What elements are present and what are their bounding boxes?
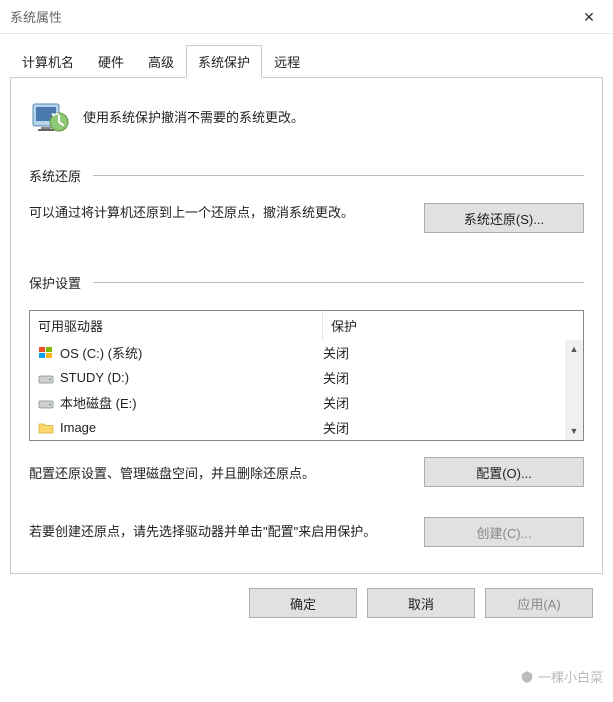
tab-system-protection[interactable]: 系统保护 (186, 45, 262, 78)
tab-computer-name[interactable]: 计算机名 (10, 45, 86, 78)
scroll-down-icon[interactable]: ▼ (565, 422, 583, 440)
drive-status: 关闭 (323, 418, 557, 437)
config-row: 配置还原设置、管理磁盘空间，并且删除还原点。 配置(O)... (29, 457, 584, 487)
titlebar: 系统属性 ✕ (0, 0, 613, 34)
apply-button: 应用(A) (485, 588, 593, 618)
drive-table-header: 可用驱动器 保护 (30, 311, 583, 340)
window-title: 系统属性 (10, 7, 62, 26)
drive-label: OS (C:) (系统) (60, 343, 142, 362)
tab-hardware[interactable]: 硬件 (86, 45, 136, 78)
create-text: 若要创建还原点，请先选择驱动器并单击"配置"来启用保护。 (29, 522, 408, 543)
tab-advanced[interactable]: 高级 (136, 45, 186, 78)
tab-pane: 使用系统保护撤消不需要的系统更改。 系统还原 可以通过将计算机还原到上一个还原点… (10, 78, 603, 574)
scrollbar[interactable]: ▲ ▼ (565, 340, 583, 440)
disk-drive-icon (38, 395, 54, 411)
protection-section-title: 保护设置 (29, 273, 584, 292)
drive-table: 可用驱动器 保护 OS (C:) (系统) 关闭 (29, 310, 584, 441)
configure-button[interactable]: 配置(O)... (424, 457, 584, 487)
drive-row[interactable]: STUDY (D:) 关闭 (30, 365, 565, 390)
create-row: 若要创建还原点，请先选择驱动器并单击"配置"来启用保护。 创建(C)... (29, 517, 584, 547)
restore-section-title: 系统还原 (29, 166, 584, 185)
system-restore-button[interactable]: 系统还原(S)... (424, 203, 584, 233)
drive-status: 关闭 (323, 343, 557, 362)
close-button[interactable]: ✕ (565, 0, 613, 34)
drive-header-name[interactable]: 可用驱动器 (30, 311, 323, 340)
disk-drive-icon (38, 370, 54, 386)
folder-icon (38, 420, 54, 436)
watermark: 一棵小白菜 (520, 667, 603, 686)
drive-header-status[interactable]: 保护 (323, 311, 583, 340)
system-protection-icon (29, 96, 69, 136)
drive-label: Image (60, 420, 96, 435)
tab-bar: 计算机名 硬件 高级 系统保护 远程 (10, 44, 603, 78)
restore-text: 可以通过将计算机还原到上一个还原点，撤消系统更改。 (29, 203, 404, 224)
drive-label: 本地磁盘 (E:) (60, 393, 137, 412)
tab-remote[interactable]: 远程 (262, 45, 312, 78)
windows-drive-icon (38, 345, 54, 361)
ok-button[interactable]: 确定 (249, 588, 357, 618)
drive-status: 关闭 (323, 368, 557, 387)
scroll-thumb[interactable] (565, 358, 583, 422)
intro-text: 使用系统保护撤消不需要的系统更改。 (83, 107, 304, 126)
create-button: 创建(C)... (424, 517, 584, 547)
intro-row: 使用系统保护撤消不需要的系统更改。 (29, 96, 584, 136)
drive-row[interactable]: 本地磁盘 (E:) 关闭 (30, 390, 565, 415)
drive-label: STUDY (D:) (60, 370, 129, 385)
cancel-button[interactable]: 取消 (367, 588, 475, 618)
drive-row[interactable]: OS (C:) (系统) 关闭 (30, 340, 565, 365)
bottom-bar: 确定 取消 应用(A) (10, 574, 603, 632)
scroll-up-icon[interactable]: ▲ (565, 340, 583, 358)
drive-row[interactable]: Image 关闭 (30, 415, 565, 440)
drive-status: 关闭 (323, 393, 557, 412)
config-text: 配置还原设置、管理磁盘空间，并且删除还原点。 (29, 463, 408, 482)
restore-row: 可以通过将计算机还原到上一个还原点，撤消系统更改。 系统还原(S)... (29, 203, 584, 233)
drive-list: OS (C:) (系统) 关闭 STUDY (D:) 关闭 (30, 340, 565, 440)
